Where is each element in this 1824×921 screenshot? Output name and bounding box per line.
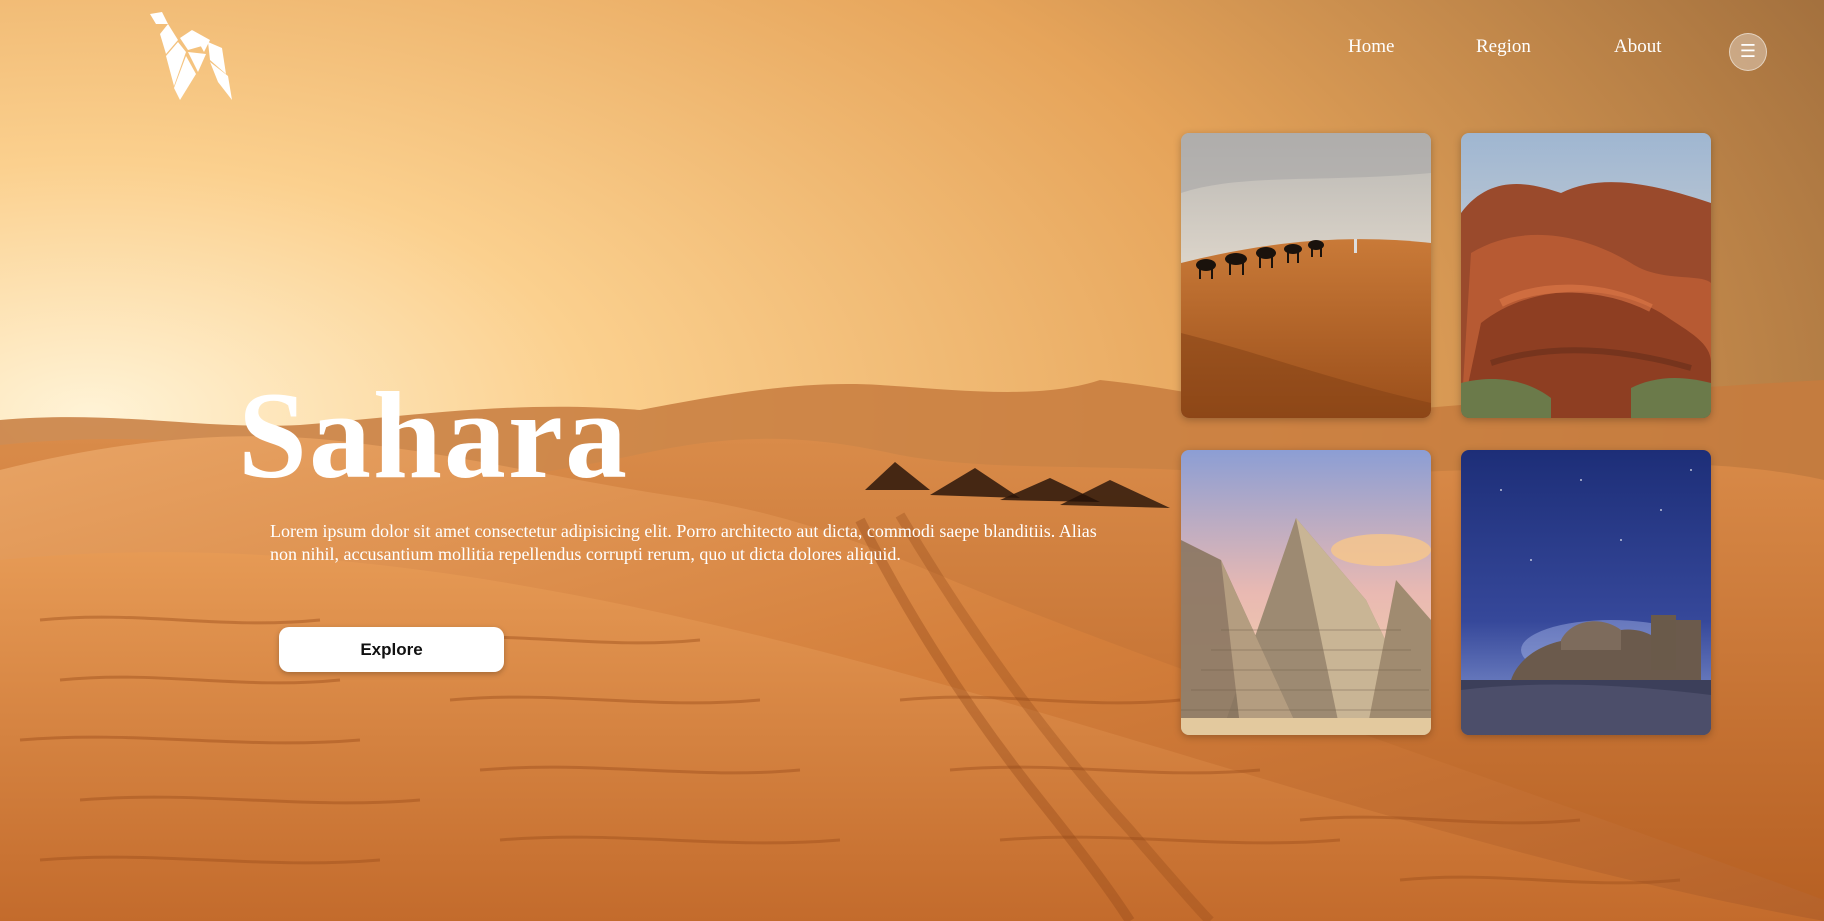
gallery-card-camel-caravan[interactable] [1181, 133, 1431, 418]
nav-about[interactable]: About [1614, 36, 1662, 64]
hamburger-icon: ☰ [1739, 41, 1757, 62]
camel-logo-icon[interactable] [148, 12, 252, 104]
page-title: Sahara [238, 367, 629, 504]
gallery-card-red-rocks[interactable] [1461, 133, 1711, 418]
menu-button[interactable]: ☰ [1729, 33, 1767, 71]
gallery-card-pyramids[interactable] [1181, 450, 1431, 735]
nav-home[interactable]: Home [1348, 36, 1394, 64]
hero-description: Lorem ipsum dolor sit amet consectetur a… [270, 521, 1097, 564]
page: Home Region About ☰ Sahara Lorem ipsum d… [0, 0, 1824, 921]
gallery-card-night-ruins[interactable] [1461, 450, 1711, 735]
red-rocks-image [1461, 133, 1711, 418]
night-ruins-image [1461, 450, 1711, 735]
nav-region[interactable]: Region [1476, 36, 1531, 64]
camel-caravan-image [1181, 133, 1431, 418]
pyramids-image [1181, 450, 1431, 735]
explore-button[interactable]: Explore [279, 627, 504, 672]
